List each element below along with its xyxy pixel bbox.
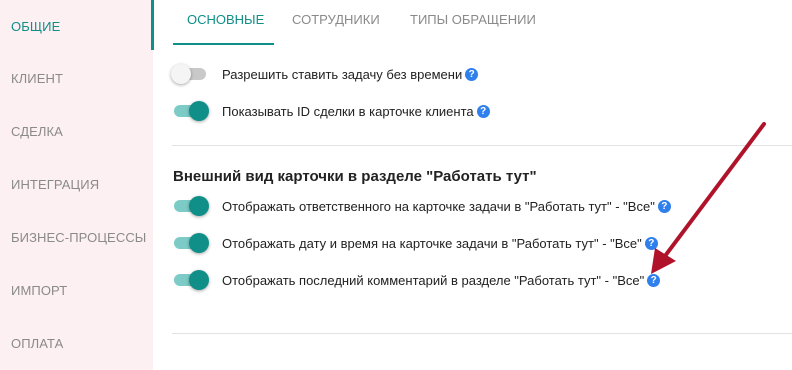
task-without-time-toggle[interactable] [171,64,208,84]
settings-sidebar: ОБЩИЕ КЛИЕНТ СДЕЛКА ИНТЕГРАЦИЯ БИЗНЕС-ПР… [0,0,153,370]
section-divider [172,145,792,146]
setting-label: Отображать ответственного на карточке за… [222,198,655,214]
question-icon[interactable]: ? [657,199,671,213]
card-view-section-title: Внешний вид карточки в разделе "Работать… [173,168,537,185]
setting-label: Показывать ID сделки в карточке клиента [222,103,474,119]
sidebar-item-import[interactable]: ИМПОРТ [11,283,67,298]
show-deal-id-toggle[interactable] [172,101,209,121]
question-icon[interactable]: ? [647,273,661,287]
sidebar-item-business-processes[interactable]: БИЗНЕС-ПРОЦЕССЫ [11,230,146,245]
sidebar-item-deal[interactable]: СДЕЛКА [11,124,63,139]
show-responsible-toggle[interactable] [172,196,209,216]
tab-employees[interactable]: СОТРУДНИКИ [292,12,380,27]
tab-request-types[interactable]: ТИПЫ ОБРАЩЕНИИ [410,12,536,27]
tab-active-underline [173,43,274,45]
setting-label: Разрешить ставить задачу без времени [222,66,463,82]
tab-main[interactable]: ОСНОВНЫЕ [187,12,264,27]
sidebar-item-integration[interactable]: ИНТЕГРАЦИЯ [11,177,99,192]
section-divider [172,333,792,334]
question-icon[interactable]: ? [465,67,479,81]
sidebar-item-general[interactable]: ОБЩИЕ [11,19,60,34]
setting-label: Отображать дату и время на карточке зада… [222,235,642,251]
show-last-comment-toggle[interactable] [172,270,209,290]
setting-row-task-without-time: Разрешить ставить задачу без времени ? [171,64,479,84]
sidebar-item-client[interactable]: КЛИЕНТ [11,71,63,86]
setting-row-show-deal-id: Показывать ID сделки в карточке клиента … [172,101,490,121]
sidebar-item-payment[interactable]: ОПЛАТА [11,336,63,351]
show-datetime-toggle[interactable] [172,233,209,253]
setting-row-show-last-comment: Отображать последний комментарий в разде… [172,270,661,290]
question-icon[interactable]: ? [476,104,490,118]
sidebar-active-indicator [151,0,154,50]
setting-row-show-datetime: Отображать дату и время на карточке зада… [172,233,658,253]
setting-row-show-responsible: Отображать ответственного на карточке за… [172,196,671,216]
question-icon[interactable]: ? [644,236,658,250]
setting-label: Отображать последний комментарий в разде… [222,272,645,288]
